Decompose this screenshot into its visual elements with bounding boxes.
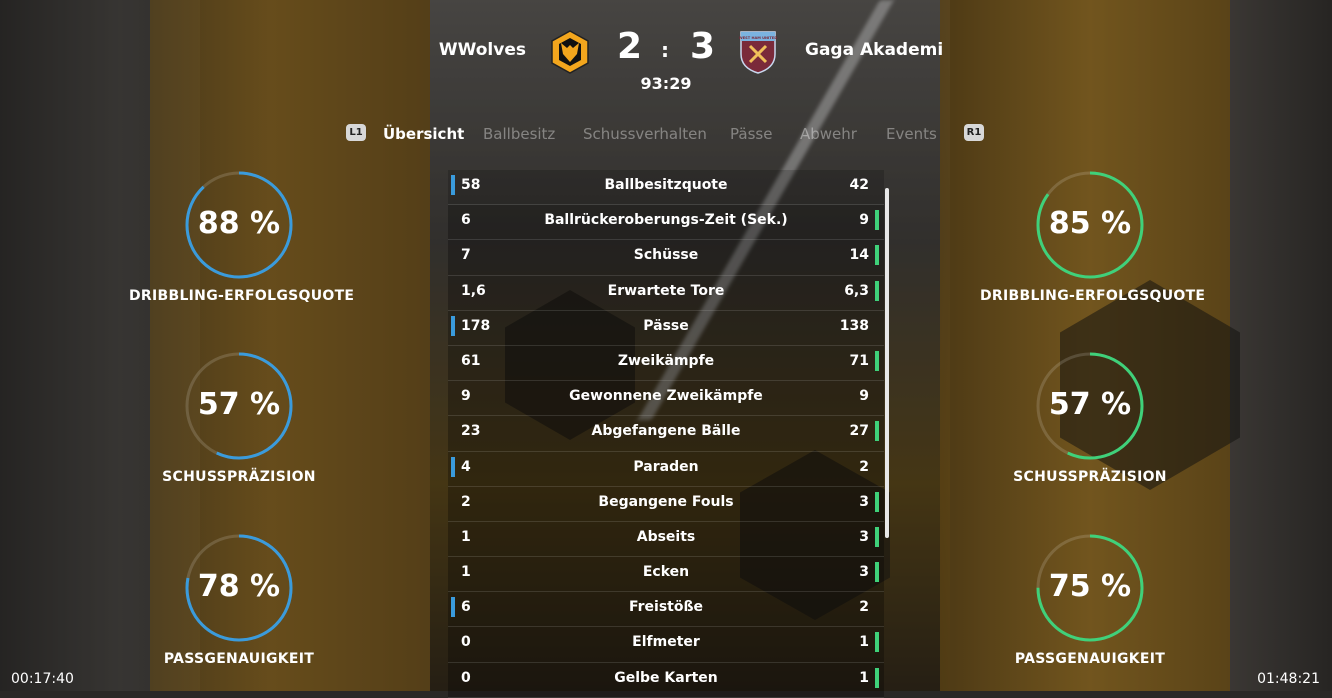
tab-uebersicht[interactable]: Übersicht [383, 125, 464, 143]
away-stat-value: 1 [859, 669, 869, 686]
total-timestamp: 01:48:21 [1257, 671, 1320, 687]
stat-row: 58 Ballbesitzquote 42 [448, 170, 884, 206]
scoreboard: WWolves 2 : 3 WEST HAM UNITED Gaga Akade… [0, 26, 1332, 98]
home-goals: 2 [617, 26, 643, 67]
stats-scrollbar[interactable] [885, 188, 889, 538]
away-stat-value: 3 [859, 493, 869, 510]
away-stat-value: 138 [839, 317, 869, 334]
stat-row: 1 Abseits 3 [448, 521, 884, 558]
away-stat-value: 9 [859, 388, 869, 405]
stat-name: Abseits [636, 528, 696, 545]
stat-name: Ballrückeroberungs-Zeit (Sek.) [544, 212, 788, 229]
tab-paesse[interactable]: Pässe [730, 125, 772, 143]
tab-ballbesitz[interactable]: Ballbesitz [483, 125, 555, 143]
away-shot-accuracy-gauge: 57 % SCHUSSPRÄZISION [980, 351, 1200, 485]
stat-name: Ecken [642, 564, 690, 581]
tab-abwehr[interactable]: Abwehr [800, 125, 857, 143]
r1-button-icon[interactable]: R1 [964, 124, 984, 141]
away-pass-accuracy-value: 75 % [1048, 569, 1132, 604]
away-team-name: Gaga Akademi [805, 40, 944, 60]
wolves-crest-icon [551, 30, 589, 74]
stat-row: 61 Zweikämpfe 71 [448, 345, 884, 382]
stat-row: 4 Paraden 2 [448, 451, 884, 487]
home-team-name: WWolves [438, 40, 526, 60]
away-goals: 3 [690, 26, 716, 67]
home-dribbling-gauge: 88 % DRIBBLING-ERFOLGSQUOTE [129, 170, 355, 304]
stat-row: 7 Schüsse 14 [448, 240, 884, 276]
stat-name: Erwartete Tore [607, 282, 725, 299]
stat-name: Zweikämpfe [617, 352, 715, 369]
stat-row: 0 Gelbe Karten 1 [448, 662, 884, 698]
stat-name: Gewonnene Zweikämpfe [569, 388, 763, 405]
stats-tab-bar: L1 Übersicht Ballbesitz Schussverhalten … [0, 124, 1332, 146]
away-dribbling-label: DRIBBLING-ERFOLGSQUOTE [980, 288, 1206, 304]
away-stat-value: 6,3 [844, 282, 869, 299]
away-stat-value: 27 [849, 423, 869, 440]
home-dribbling-label: DRIBBLING-ERFOLGSQUOTE [129, 288, 355, 304]
stat-row: 1 Ecken 3 [448, 557, 884, 593]
west-ham-crest-icon: WEST HAM UNITED [739, 31, 777, 74]
stat-name: Gelbe Karten [614, 669, 718, 686]
away-pass-accuracy-gauge: 75 % PASSGENAUIGKEIT [980, 533, 1200, 667]
home-shot-accuracy-gauge: 57 % SCHUSSPRÄZISION [129, 351, 349, 485]
stat-name: Schüsse [633, 247, 699, 264]
crest-text: WEST HAM UNITED [739, 36, 777, 40]
stat-row: 2 Begangene Fouls 3 [448, 486, 884, 522]
home-pass-accuracy-label: PASSGENAUIGKEIT [163, 651, 315, 667]
away-stat-value: 2 [859, 458, 869, 475]
score-separator: : [661, 38, 669, 62]
stat-row: 1,6 Erwartete Tore 6,3 [448, 275, 884, 311]
away-stat-value: 2 [859, 599, 869, 616]
away-stat-value: 1 [859, 634, 869, 651]
stat-name: Ballbesitzquote [604, 177, 728, 193]
tab-schussverhalten[interactable]: Schussverhalten [583, 125, 707, 143]
match-clock: 93:29 [640, 74, 692, 93]
away-stat-value: 3 [859, 528, 869, 545]
home-pass-accuracy-gauge: 78 % PASSGENAUIGKEIT [129, 533, 349, 667]
stat-name: Begangene Fouls [598, 493, 734, 510]
away-stat-value: 9 [859, 212, 869, 229]
home-pass-accuracy-value: 78 % [197, 569, 281, 604]
home-shot-accuracy-value: 57 % [197, 387, 281, 422]
away-dribbling-gauge: 85 % DRIBBLING-ERFOLGSQUOTE [980, 170, 1206, 304]
away-shot-accuracy-label: SCHUSSPRÄZISION [1013, 469, 1167, 485]
stat-name: Elfmeter [632, 634, 700, 651]
stat-row: 178 Pässe 138 [448, 310, 884, 346]
stat-row: 6 Ballrückeroberungs-Zeit (Sek.) 9 [448, 205, 884, 241]
stat-name: Paraden [633, 458, 699, 475]
away-stat-value: 14 [849, 247, 869, 264]
away-dribbling-value: 85 % [1048, 206, 1132, 241]
home-shot-accuracy-label: SCHUSSPRÄZISION [162, 469, 316, 485]
tab-events[interactable]: Events [886, 125, 937, 143]
stat-name: Abgefangene Bälle [591, 423, 741, 440]
home-dribbling-value: 88 % [197, 206, 281, 241]
stat-name: Freistöße [628, 599, 704, 616]
l1-button-icon[interactable]: L1 [346, 124, 366, 141]
away-shot-accuracy-value: 57 % [1048, 387, 1132, 422]
stat-row: 23 Abgefangene Bälle 27 [448, 416, 884, 452]
away-stat-value: 71 [849, 352, 869, 369]
away-stat-value: 3 [859, 564, 869, 581]
elapsed-timestamp: 00:17:40 [11, 671, 74, 687]
stat-name: Pässe [643, 317, 689, 334]
stat-row: 0 Elfmeter 1 [448, 627, 884, 663]
away-stat-value: 42 [849, 177, 869, 193]
stats-table[interactable]: 58 Ballbesitzquote 42 6 Ballrückeroberungs-Z… [448, 170, 884, 698]
stat-row: 9 Gewonnene Zweikämpfe 9 [448, 381, 884, 417]
stat-row: 6 Freistöße 2 [448, 592, 884, 628]
away-pass-accuracy-label: PASSGENAUIGKEIT [1014, 651, 1166, 667]
